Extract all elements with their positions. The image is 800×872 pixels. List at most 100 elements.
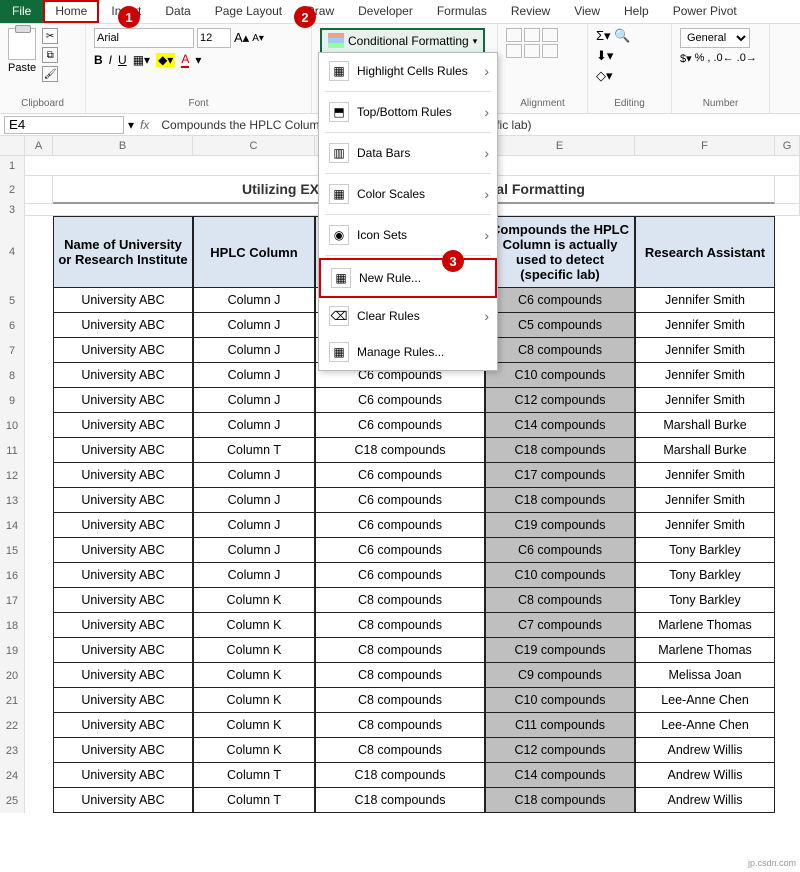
cell[interactable]: Column K [193,663,315,688]
cell[interactable]: Marshall Burke [635,413,775,438]
cell[interactable]: University ABC [53,563,193,588]
row-header[interactable]: 9 [0,388,25,413]
menu-highlight-cells[interactable]: ▦Highlight Cells Rules [319,53,497,89]
cell[interactable]: C18 compounds [315,438,485,463]
cell-empty[interactable] [775,613,800,638]
cell-empty[interactable] [25,363,53,388]
cell[interactable]: C14 compounds [485,413,635,438]
cell[interactable]: University ABC [53,288,193,313]
cell[interactable]: Andrew Willis [635,788,775,813]
row-header[interactable]: 5 [0,288,25,313]
table-header-actual[interactable]: Compounds the HPLC Column is actually us… [485,216,635,288]
clear-icon[interactable]: ◇▾ [596,68,613,84]
cell[interactable]: C12 compounds [485,738,635,763]
col-C[interactable]: C [193,136,315,155]
tab-help[interactable]: Help [612,0,661,23]
table-header-research-assistant[interactable]: Research Assistant [635,216,775,288]
fill-color-icon[interactable]: ◆▾ [156,53,175,67]
cell-empty[interactable] [775,363,800,388]
cell-empty[interactable] [25,513,53,538]
cell[interactable]: University ABC [53,413,193,438]
tab-view[interactable]: View [562,0,612,23]
cell[interactable]: University ABC [53,613,193,638]
col-F[interactable]: F [635,136,775,155]
cell[interactable]: C17 compounds [485,463,635,488]
cell[interactable]: Tony Barkley [635,588,775,613]
row-header[interactable]: 22 [0,713,25,738]
cell-empty[interactable] [25,663,53,688]
cell[interactable]: University ABC [53,513,193,538]
cell-empty[interactable] [25,538,53,563]
autosum-icon[interactable]: Σ▾ 🔍 [596,28,630,44]
cell[interactable]: Column J [193,538,315,563]
cell[interactable]: C18 compounds [485,438,635,463]
menu-data-bars[interactable]: ▥Data Bars [319,135,497,171]
cell[interactable]: C10 compounds [485,363,635,388]
menu-manage-rules[interactable]: ▦Manage Rules... [319,334,497,370]
align-top-right-icon[interactable] [542,28,558,42]
tab-developer[interactable]: Developer [346,0,425,23]
cell[interactable]: Jennifer Smith [635,363,775,388]
fx-icon[interactable]: fx [134,118,155,132]
cell[interactable]: University ABC [53,388,193,413]
cell[interactable]: Column J [193,488,315,513]
cell[interactable]: Column J [193,463,315,488]
cell-empty[interactable] [775,438,800,463]
font-color-dropdown-icon[interactable]: ▾ [195,53,201,67]
cell[interactable]: C6 compounds [315,488,485,513]
row-header[interactable]: 12 [0,463,25,488]
cell-empty[interactable] [775,413,800,438]
cell-empty[interactable] [25,563,53,588]
cell-empty[interactable] [775,638,800,663]
row-header[interactable]: 10 [0,413,25,438]
cell[interactable]: Lee-Anne Chen [635,688,775,713]
row-header[interactable]: 17 [0,588,25,613]
cell[interactable]: Column J [193,388,315,413]
menu-top-bottom[interactable]: ⬒Top/Bottom Rules [319,94,497,130]
tab-page-layout[interactable]: Page Layout [203,0,294,23]
cell[interactable]: C8 compounds [315,738,485,763]
cell[interactable]: C6 compounds [315,538,485,563]
decrease-decimal-icon[interactable]: .0→ [737,52,757,65]
format-painter-icon[interactable]: 🖌 [42,66,58,82]
cell-empty[interactable] [25,313,53,338]
cell[interactable]: University ABC [53,588,193,613]
cell[interactable]: Column K [193,588,315,613]
cell-empty[interactable] [25,438,53,463]
percent-icon[interactable]: % [695,52,705,65]
cell[interactable]: C10 compounds [485,688,635,713]
cell-empty[interactable] [25,338,53,363]
row-header[interactable]: 20 [0,663,25,688]
cell[interactable]: C12 compounds [485,388,635,413]
cell[interactable]: University ABC [53,488,193,513]
increase-decimal-icon[interactable]: .0← [713,52,733,65]
cell[interactable]: C8 compounds [485,338,635,363]
cell-empty[interactable] [25,176,53,204]
cell-empty[interactable] [775,488,800,513]
cell-empty[interactable] [25,463,53,488]
cell[interactable]: C6 compounds [315,388,485,413]
font-name-select[interactable] [94,28,194,48]
cell[interactable]: University ABC [53,438,193,463]
cell[interactable]: Column T [193,788,315,813]
cell[interactable]: University ABC [53,638,193,663]
cell[interactable]: Melissa Joan [635,663,775,688]
italic-button[interactable]: I [109,53,112,67]
cell[interactable]: Lee-Anne Chen [635,713,775,738]
copy-icon[interactable]: ⧉ [42,47,58,63]
cell[interactable]: University ABC [53,763,193,788]
cell[interactable]: Tony Barkley [635,538,775,563]
cell[interactable]: Column J [193,313,315,338]
cell[interactable]: Jennifer Smith [635,388,775,413]
cell[interactable]: C5 compounds [485,313,635,338]
increase-font-icon[interactable]: A▴ [234,30,249,46]
align-right-icon[interactable] [542,44,558,58]
cell-empty[interactable] [25,713,53,738]
cell[interactable]: C6 compounds [315,413,485,438]
col-G[interactable]: G [775,136,800,155]
cell[interactable]: C6 compounds [485,288,635,313]
row-header[interactable]: 13 [0,488,25,513]
cell-empty[interactable] [775,338,800,363]
cell[interactable]: University ABC [53,538,193,563]
comma-icon[interactable]: , [707,52,710,65]
